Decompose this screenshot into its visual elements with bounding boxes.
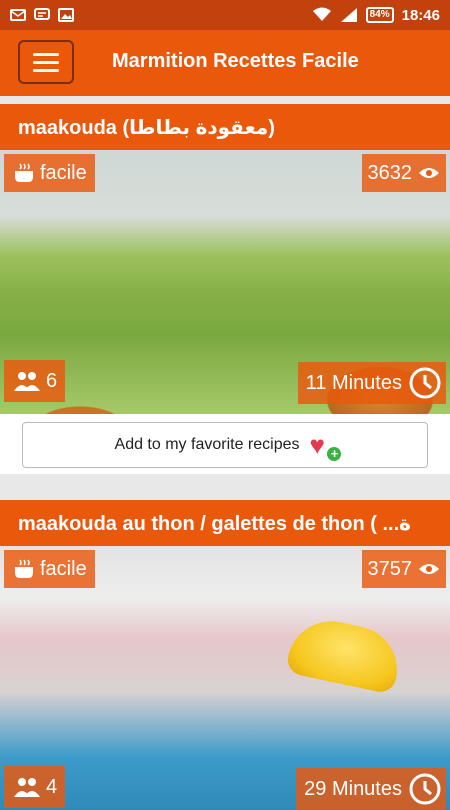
cook-time: 29 Minutes (304, 777, 402, 800)
difficulty-label: facile (40, 557, 87, 580)
people-icon (14, 778, 40, 797)
clock-icon (409, 773, 441, 805)
persons-count: 6 (46, 369, 58, 392)
lemon-slice (284, 613, 406, 695)
cooking-pot-icon (15, 559, 33, 578)
battery-indicator: 84% (365, 7, 394, 23)
add-favorite-button[interactable]: Add to my favorite recipes ♥ + (22, 422, 428, 468)
status-notifications (10, 8, 74, 22)
persons-count: 4 (46, 775, 58, 798)
status-bar: 84% 18:46 (0, 0, 450, 30)
difficulty-badge: facile (4, 154, 95, 192)
app-bar: Marmition Recettes Facile (0, 30, 450, 96)
time-badge: 11 Minutes (297, 362, 446, 404)
cooking-pot-icon (15, 163, 33, 182)
views-count: 3757 (367, 557, 413, 580)
views-count: 3632 (367, 161, 413, 184)
wifi-icon (312, 7, 331, 21)
status-system: 84% 18:46 (312, 7, 440, 24)
recipe-title[interactable]: maakouda (معقودة بطاطا) (0, 104, 450, 150)
heart-plus-icon: ♥ + (307, 432, 342, 461)
difficulty-label: facile (40, 161, 87, 184)
persons-badge: 4 (4, 766, 66, 808)
menu-button[interactable] (18, 40, 74, 84)
eye-icon (419, 564, 439, 574)
signal-icon (340, 8, 357, 22)
views-badge: 3632 (361, 154, 446, 192)
app-title: Marmition Recettes Facile (112, 50, 359, 72)
recipe-card[interactable]: maakouda au thon / galettes de thon ( ..… (0, 500, 450, 810)
persons-badge: 6 (4, 360, 66, 402)
recipe-photo[interactable]: facile 3757 4 29 Minutes (0, 546, 450, 810)
eye-icon (419, 168, 439, 178)
hamburger-icon (33, 52, 59, 56)
image-icon (58, 8, 74, 22)
people-icon (14, 372, 40, 391)
recipe-title[interactable]: maakouda au thon / galettes de thon ( ..… (0, 500, 450, 546)
clock: 18:46 (401, 6, 440, 24)
clock-icon (409, 367, 441, 399)
time-badge: 29 Minutes (296, 768, 446, 810)
recipe-photo[interactable]: facile 3632 6 11 Minutes (0, 150, 450, 414)
difficulty-badge: facile (4, 550, 95, 588)
recipe-card[interactable]: maakouda (معقودة بطاطا) facile 3632 6 11… (0, 104, 450, 474)
email-icon (10, 9, 26, 21)
add-favorite-label: Add to my favorite recipes (114, 436, 300, 453)
views-badge: 3757 (361, 550, 446, 588)
cook-time: 11 Minutes (305, 371, 402, 394)
message-icon (34, 8, 50, 20)
